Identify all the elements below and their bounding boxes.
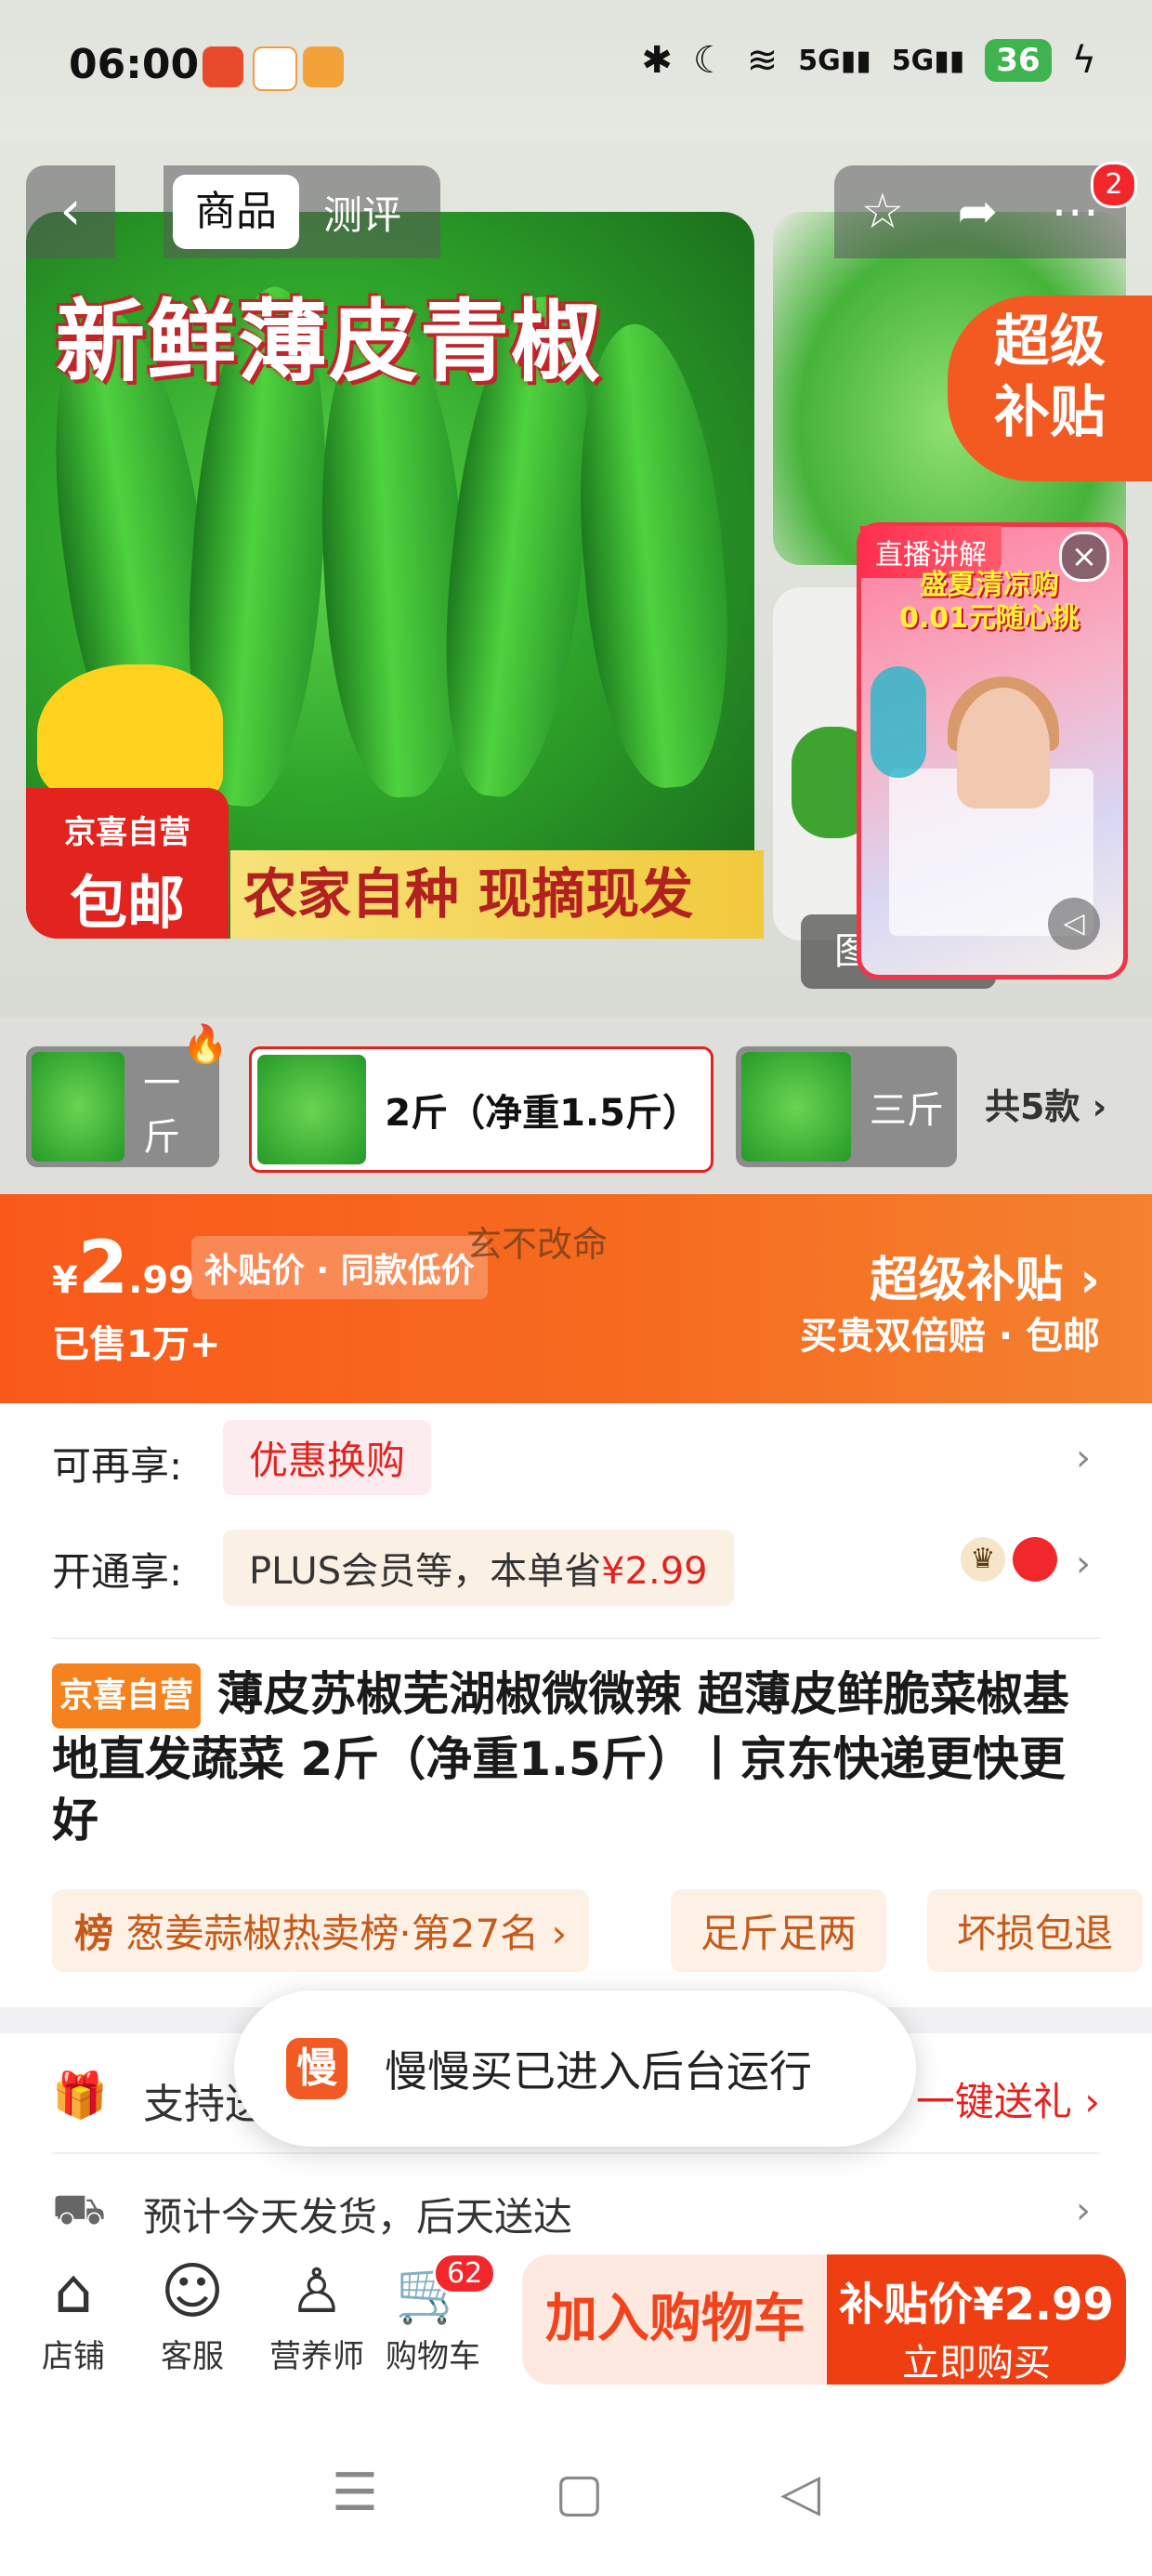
hand-sticker [37,664,223,804]
variant-count[interactable]: 共5款 › [985,1078,1106,1129]
rank-icon: 榜 [74,1911,114,1956]
share-icon[interactable]: ➦ [958,184,999,240]
jingxi-free-shipping-badge: 京喜自营 包邮 [26,788,229,939]
feature-chip[interactable]: 足斤足两 [671,1889,887,1972]
variant-thumb [32,1052,125,1162]
flash-app-icon [303,46,344,87]
divider [52,1637,1100,1639]
nutritionist-button[interactable]: ♙ 营养师 [258,2253,375,2376]
card-icon [1013,1537,1057,1582]
variant-option-selected[interactable]: 2斤（净重1.5斤） [249,1046,713,1173]
super-subsidy-link[interactable]: 超级补贴 › [870,1241,1100,1310]
chevron-right-icon[interactable]: › [1076,1437,1091,1479]
super-subsidy-badge[interactable]: 超级 补贴 [948,296,1152,481]
chevron-right-icon[interactable]: › [1076,1543,1091,1585]
game-app-icon [253,46,297,91]
exchange-deal-chip[interactable]: 优惠换购 [223,1420,432,1495]
watermark-text: 玄不改命 [466,1224,609,1265]
bluetooth-icon: ✱ [641,39,673,82]
variant-thumb [257,1055,367,1164]
shop-button[interactable]: ⌂ 店铺 [22,2253,124,2376]
tab-product[interactable]: 商品 [173,175,299,249]
image-title: 新鲜薄皮青椒 [56,290,602,394]
signal-icon: 5G▮▮ [798,44,871,77]
truck-icon: ⛟ [52,2184,106,2234]
live-promo: 盛夏清凉购 0.01元随心挑 [898,569,1080,635]
cart-count-badge: 62 [433,2253,497,2294]
home-nav-icon[interactable]: ▢ [555,2463,604,2523]
favorite-star-icon[interactable]: ☆ [861,184,905,240]
top-actions: ☆ ➦ ⋯ [834,165,1126,258]
guarantee-text: 买贵双倍赔 · 包邮 [799,1315,1100,1358]
plus-member-chip[interactable]: PLUS会员等，本单省¥2.99 [223,1530,734,1606]
tab-bar: 商品 测评 [164,165,440,258]
charging-icon: ϟ [1071,39,1096,82]
system-nav-bar: ☰ ▢ ◁ [0,2409,1152,2576]
image-slogan: 农家自种 现摘现发 [230,850,764,939]
notification-badge: 2 [1091,162,1137,208]
divider [52,2152,1100,2154]
back-button[interactable]: ‹ [26,165,115,258]
battery-icon: 36 [985,39,1052,82]
crown-icon: ♛ [961,1537,1005,1582]
wifi-icon: ≋ [746,39,779,82]
taobao-app-icon [203,46,243,87]
hot-fire-icon: 🔥 [182,1023,229,1066]
background-running-toast: 慢 慢慢买已进入后台运行 [234,1991,916,2147]
manmanmai-app-icon: 慢 [286,2038,347,2099]
buy-now-button[interactable]: 补贴价¥2.99 立即购买 [827,2254,1126,2385]
customer-service-button[interactable]: ☺ 客服 [141,2253,243,2376]
mute-icon[interactable]: ◁ [1048,898,1100,950]
moon-icon: ☾ [692,39,727,82]
tab-review[interactable]: 测评 [299,184,425,241]
store-icon: ⌂ [54,2255,93,2327]
benefit-label-2: 开通享: [52,1549,183,1595]
live-host [957,688,1050,808]
status-icons: ✱ ☾ ≋ 5G▮▮ 5G▮▮ 36 ϟ [641,39,1096,82]
subsidy-price-tag: 补贴价 · 同款低价 [191,1236,488,1299]
gift-icon: 🎁 [52,2070,108,2122]
price: ¥2.99 [52,1227,194,1310]
ranking-chip[interactable]: 榜 葱姜蒜椒热卖榜·第27名 › [52,1889,590,1972]
variant-option[interactable]: 三斤 [736,1046,957,1167]
jingxi-tag: 京喜自营 [52,1663,202,1728]
status-time: 06:00 [69,41,200,88]
back-nav-icon[interactable]: ◁ [780,2463,820,2523]
sold-count: 已售1万+ [52,1323,221,1366]
signal-icon-2: 5G▮▮ [891,44,965,77]
add-to-cart-button[interactable]: 加入购物车 [522,2254,829,2385]
delivery-text: 预计今天发货，后天送达 [143,2194,573,2240]
product-title: 京喜自营 薄皮苏椒芜湖椒微微辣 超薄皮鲜脆菜椒基地直发蔬菜 2斤（净重1.5斤）… [52,1663,1102,1851]
benefit-label-1: 可再享: [52,1443,183,1489]
send-gift-link[interactable]: 一键送礼 › [916,2070,1100,2127]
person-icon: ♙ [289,2255,345,2327]
feature-chip[interactable]: 坏损包退 [927,1889,1144,1972]
variant-thumb [741,1052,851,1162]
smile-icon: ☺ [160,2255,225,2327]
menu-nav-icon[interactable]: ☰ [332,2463,378,2523]
chevron-right-icon[interactable]: › [1076,2189,1091,2232]
